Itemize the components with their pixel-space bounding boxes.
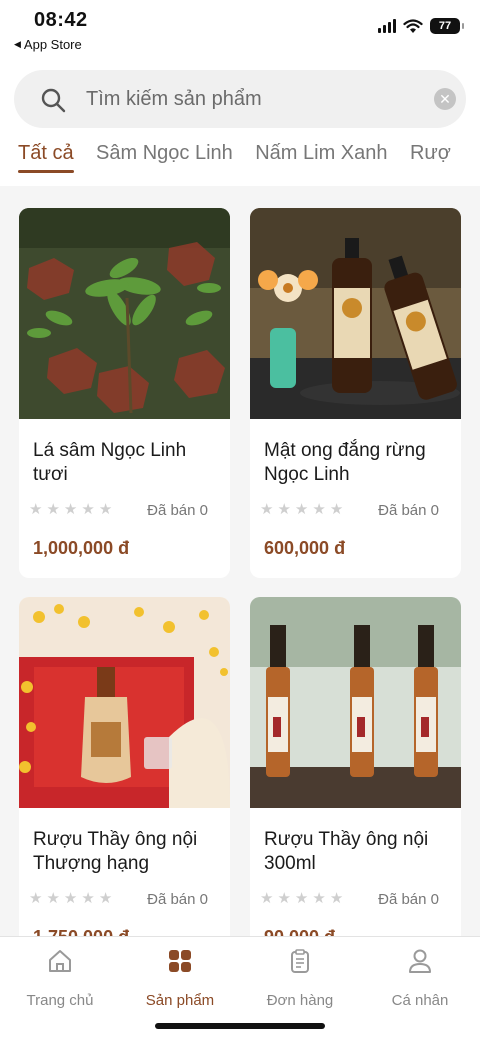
product-image-honey-bottles — [250, 208, 461, 419]
product-name: Lá sâm Ngọc Linh tươi — [33, 440, 187, 485]
product-image-wine-gift-box — [19, 597, 230, 808]
star-icon: ★ — [294, 890, 309, 907]
search-icon — [41, 88, 66, 113]
product-sold-count: Đã bán 0 — [147, 891, 208, 908]
wifi-icon — [403, 18, 423, 33]
tab-sam-ngoc-linh[interactable]: Sâm Ngọc Linh — [96, 142, 233, 173]
product-card[interactable]: Lá sâm Ngọc Linh tươi ★ ★ ★ ★ ★ Đã bán 0… — [19, 208, 230, 578]
product-name: Rượu Thầy ông nội Thượng hạng — [33, 829, 198, 874]
nav-orders-label: Đơn hàng — [266, 992, 334, 1009]
star-icon: ★ — [260, 501, 274, 518]
product-image-ginseng-leaves — [19, 208, 230, 419]
star-icon: ★ — [277, 890, 291, 907]
product-rating: ★ ★ ★ ★ ★ — [260, 500, 343, 518]
status-bar: 08:42 ◀ App Store 77 — [0, 0, 480, 62]
cellular-signal-icon — [378, 19, 396, 33]
tab-ruou[interactable]: Rượ — [410, 142, 451, 173]
product-card[interactable]: Rượu Thầy ông nội 300ml ★ ★ ★ ★ ★ Đã bán… — [250, 597, 461, 936]
product-card[interactable]: Rượu Thầy ông nội Thượng hạng ★ ★ ★ ★ ★ … — [19, 597, 230, 936]
star-icon: ★ — [29, 501, 43, 518]
star-icon: ★ — [329, 501, 344, 518]
product-sold-count: Đã bán 0 — [147, 502, 208, 519]
status-icons: 77 — [378, 18, 464, 34]
battery-level: 77 — [438, 20, 452, 32]
star-icon: ★ — [277, 501, 291, 518]
star-icon: ★ — [312, 501, 326, 518]
star-icon: ★ — [329, 890, 344, 907]
user-icon — [409, 949, 431, 973]
back-app-label: App Store — [23, 37, 82, 52]
home-icon — [49, 950, 71, 972]
nav-profile-label: Cá nhân — [391, 992, 449, 1009]
nav-products[interactable]: Sản phẩm — [120, 947, 240, 1009]
header: ✕ Tất cả Sâm Ngọc Linh Nấm Lim Xanh Rượ — [0, 62, 480, 186]
star-icon: ★ — [46, 501, 60, 518]
star-icon: ★ — [294, 501, 309, 518]
tab-all[interactable]: Tất cả — [18, 142, 74, 173]
status-time: 08:42 — [34, 9, 88, 31]
product-name: Mật ong đắng rừng Ngọc Linh — [264, 440, 426, 485]
product-price: 600,000 đ — [264, 538, 346, 558]
product-rating: ★ ★ ★ ★ ★ — [29, 500, 112, 518]
search-bar[interactable]: ✕ — [14, 70, 466, 128]
star-icon: ★ — [63, 501, 78, 518]
back-triangle-icon: ◀ — [14, 39, 21, 49]
star-icon: ★ — [312, 890, 326, 907]
tab-nam-lim-xanh[interactable]: Nấm Lim Xanh — [255, 142, 387, 173]
product-name: Rượu Thầy ông nội 300ml — [264, 829, 429, 874]
star-icon: ★ — [98, 890, 113, 907]
back-to-app-store[interactable]: ◀ App Store — [14, 37, 82, 52]
grid-icon — [169, 950, 191, 972]
star-icon: ★ — [46, 890, 60, 907]
clipboard-icon — [291, 949, 309, 973]
product-sold-count: Đã bán 0 — [378, 502, 439, 519]
star-icon: ★ — [260, 890, 274, 907]
product-rating: ★ ★ ★ ★ ★ — [260, 889, 343, 907]
product-image-wine-bottles — [250, 597, 461, 808]
nav-products-label: Sản phẩm — [145, 992, 215, 1009]
search-input[interactable] — [86, 70, 426, 128]
product-sold-count: Đã bán 0 — [378, 891, 439, 908]
star-icon: ★ — [29, 890, 43, 907]
battery-icon: 77 — [430, 18, 464, 34]
category-tabs: Tất cả Sâm Ngọc Linh Nấm Lim Xanh Rượ — [18, 142, 480, 186]
product-card[interactable]: Mật ong đắng rừng Ngọc Linh ★ ★ ★ ★ ★ Đã… — [250, 208, 461, 578]
star-icon: ★ — [81, 890, 95, 907]
product-price: 1,750,000 đ — [33, 927, 129, 936]
nav-home[interactable]: Trang chủ — [0, 947, 120, 1009]
product-rating: ★ ★ ★ ★ ★ — [29, 889, 112, 907]
product-price: 1,000,000 đ — [33, 538, 130, 558]
nav-home-label: Trang chủ — [26, 992, 94, 1009]
nav-profile[interactable]: Cá nhân — [360, 947, 480, 1009]
product-grid: Lá sâm Ngọc Linh tươi ★ ★ ★ ★ ★ Đã bán 0… — [0, 186, 480, 936]
product-price: 90,000 đ — [264, 927, 335, 936]
home-indicator[interactable] — [155, 1023, 325, 1029]
star-icon: ★ — [63, 890, 78, 907]
clear-search-icon[interactable]: ✕ — [434, 88, 456, 110]
star-icon: ★ — [98, 501, 113, 518]
star-icon: ★ — [81, 501, 95, 518]
nav-orders[interactable]: Đơn hàng — [240, 947, 360, 1009]
